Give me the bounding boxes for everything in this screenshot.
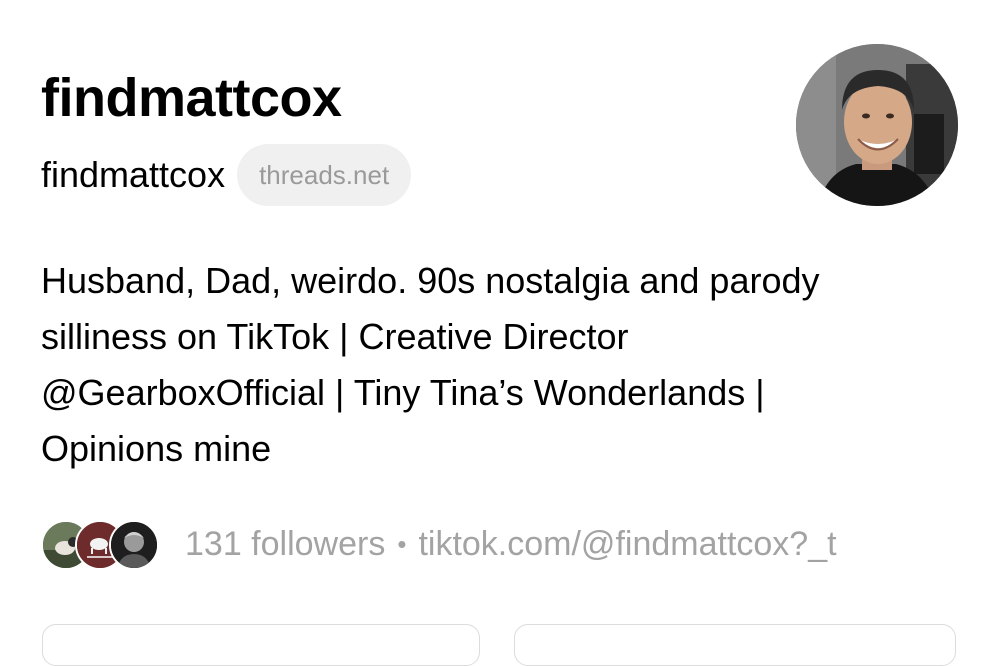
follower-avatar (109, 520, 159, 570)
followers-and-link: 131 followers • tiktok.com/@findmattcox?… (185, 525, 837, 564)
profile-action-button-left[interactable] (42, 624, 480, 666)
profile-photo-icon (796, 44, 958, 206)
handle-row: findmattcox threads.net (41, 144, 412, 206)
threads-domain-badge[interactable]: threads.net (237, 144, 412, 206)
profile-link[interactable]: tiktok.com/@findmattcox?_t (418, 525, 836, 564)
follower-avatars[interactable] (41, 519, 163, 570)
profile-bio: Husband, Dad, weirdo. 90s nostalgia and … (41, 253, 961, 477)
profile-display-name: findmattcox (41, 68, 342, 128)
profile-action-button-right[interactable] (514, 624, 956, 666)
profile-avatar[interactable] (796, 44, 958, 206)
bio-line: Husband, Dad, weirdo. 90s nostalgia and … (41, 260, 820, 301)
profile-username: findmattcox (41, 154, 226, 195)
followers-count[interactable]: 131 followers (185, 525, 385, 564)
meta-separator: • (397, 528, 407, 559)
bio-line: Opinions mine (41, 428, 272, 469)
bio-line: silliness on TikTok | Creative Director (41, 316, 629, 357)
bio-line: @GearboxOfficial | Tiny Tina’s Wonderlan… (41, 372, 765, 413)
profile-meta-row: 131 followers • tiktok.com/@findmattcox?… (41, 516, 837, 572)
